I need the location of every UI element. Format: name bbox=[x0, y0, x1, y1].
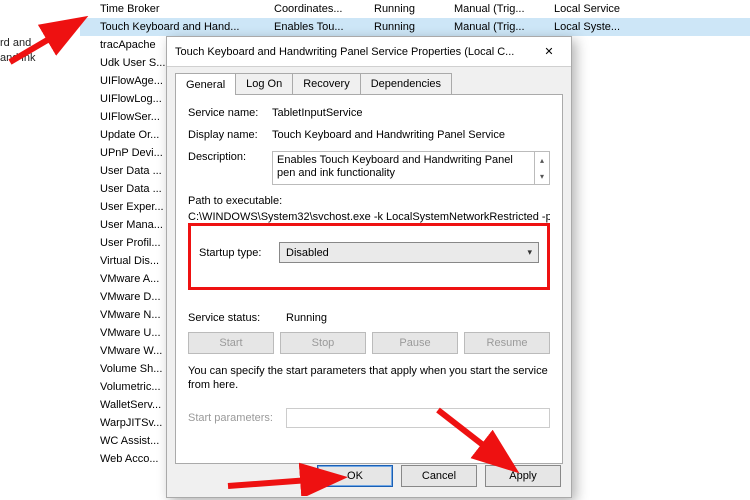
tab-logon[interactable]: Log On bbox=[235, 73, 293, 94]
gear-icon bbox=[80, 181, 96, 197]
gear-icon bbox=[80, 379, 96, 395]
gear-icon bbox=[80, 307, 96, 323]
gear-icon bbox=[80, 37, 96, 53]
gear-icon bbox=[80, 19, 96, 35]
startup-type-value: Disabled bbox=[286, 247, 329, 259]
apply-button[interactable]: Apply bbox=[485, 465, 561, 487]
gear-icon bbox=[80, 415, 96, 431]
label-path: Path to executable: bbox=[188, 195, 550, 207]
label-service-status: Service status: bbox=[188, 312, 286, 324]
ok-button[interactable]: OK bbox=[317, 465, 393, 487]
gear-icon bbox=[80, 433, 96, 449]
gear-icon bbox=[80, 73, 96, 89]
gear-icon bbox=[80, 1, 96, 17]
value-path: C:\WINDOWS\System32\svchost.exe -k Local… bbox=[188, 211, 550, 223]
value-description: Enables Touch Keyboard and Handwriting P… bbox=[272, 151, 534, 185]
close-icon: ✕ bbox=[544, 45, 553, 58]
close-button[interactable]: ✕ bbox=[529, 38, 569, 66]
service-logon: Local Syste... bbox=[554, 21, 654, 33]
service-desc: Enables Tou... bbox=[274, 21, 374, 33]
cropped-annotation: rd and and ink bbox=[0, 36, 56, 66]
gear-icon bbox=[80, 199, 96, 215]
gear-icon bbox=[80, 397, 96, 413]
pause-button[interactable]: Pause bbox=[372, 332, 458, 354]
label-startup-type: Startup type: bbox=[199, 247, 279, 259]
stop-button[interactable]: Stop bbox=[280, 332, 366, 354]
chevron-down-icon: ▾ bbox=[527, 247, 532, 258]
service-name: Time Broker bbox=[100, 3, 274, 15]
start-param-hint: You can specify the start parameters tha… bbox=[188, 364, 550, 392]
dialog-title: Touch Keyboard and Handwriting Panel Ser… bbox=[175, 46, 529, 58]
tab-recovery[interactable]: Recovery bbox=[292, 73, 360, 94]
start-parameters-input[interactable] bbox=[286, 408, 550, 428]
service-status: Running bbox=[374, 3, 454, 15]
cancel-button[interactable]: Cancel bbox=[401, 465, 477, 487]
value-service-name: TabletInputService bbox=[272, 107, 550, 119]
value-display-name: Touch Keyboard and Handwriting Panel Ser… bbox=[272, 129, 550, 141]
service-status: Running bbox=[374, 21, 454, 33]
service-properties-dialog: Touch Keyboard and Handwriting Panel Ser… bbox=[166, 36, 572, 498]
spin-down-icon[interactable]: ▾ bbox=[535, 168, 549, 184]
gear-icon bbox=[80, 217, 96, 233]
titlebar[interactable]: Touch Keyboard and Handwriting Panel Ser… bbox=[167, 37, 571, 67]
gear-icon bbox=[80, 127, 96, 143]
gear-icon bbox=[80, 451, 96, 467]
label-description: Description: bbox=[188, 151, 272, 185]
gear-icon bbox=[80, 163, 96, 179]
gear-icon bbox=[80, 235, 96, 251]
tab-general[interactable]: General bbox=[175, 73, 236, 95]
value-service-status: Running bbox=[286, 312, 550, 324]
label-start-parameters: Start parameters: bbox=[188, 412, 286, 424]
startup-type-dropdown[interactable]: Disabled ▾ bbox=[279, 242, 539, 263]
gear-icon bbox=[80, 271, 96, 287]
gear-icon bbox=[80, 289, 96, 305]
start-button[interactable]: Start bbox=[188, 332, 274, 354]
service-logon: Local Service bbox=[554, 3, 654, 15]
service-name: Touch Keyboard and Hand... bbox=[100, 21, 274, 33]
dialog-button-row: OK Cancel Apply bbox=[317, 465, 561, 487]
label-service-name: Service name: bbox=[188, 107, 272, 119]
service-startup: Manual (Trig... bbox=[454, 3, 554, 15]
service-startup: Manual (Trig... bbox=[454, 21, 554, 33]
tab-dependencies[interactable]: Dependencies bbox=[360, 73, 452, 94]
gear-icon bbox=[80, 343, 96, 359]
general-pane: Service name: TabletInputService Display… bbox=[175, 94, 563, 464]
spin-up-icon[interactable]: ▴ bbox=[535, 152, 549, 168]
gear-icon bbox=[80, 325, 96, 341]
gear-icon bbox=[80, 361, 96, 377]
label-display-name: Display name: bbox=[188, 129, 272, 141]
service-row[interactable]: Time BrokerCoordinates...RunningManual (… bbox=[80, 0, 750, 18]
description-spinner[interactable]: ▴ ▾ bbox=[534, 151, 550, 185]
resume-button[interactable]: Resume bbox=[464, 332, 550, 354]
highlight-startup: Startup type: Disabled ▾ bbox=[188, 223, 550, 290]
gear-icon bbox=[80, 253, 96, 269]
tab-strip: General Log On Recovery Dependencies bbox=[167, 67, 571, 94]
gear-icon bbox=[80, 109, 96, 125]
service-row[interactable]: Touch Keyboard and Hand...Enables Tou...… bbox=[80, 18, 750, 36]
service-desc: Coordinates... bbox=[274, 3, 374, 15]
gear-icon bbox=[80, 91, 96, 107]
gear-icon bbox=[80, 55, 96, 71]
gear-icon bbox=[80, 145, 96, 161]
